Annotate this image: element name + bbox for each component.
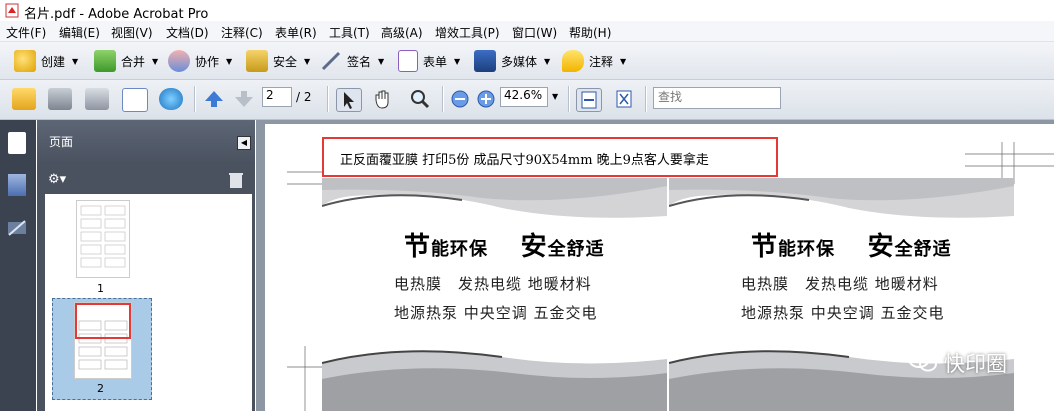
open-folder-icon[interactable]: [12, 88, 36, 110]
card-wave-decoration: [669, 178, 1014, 218]
page-thumbnail-2[interactable]: [74, 302, 132, 379]
card-line-1: 电热膜 发热电缆 地暖材料: [741, 275, 939, 293]
annotation-note-text: 正反面覆亚膜 打印5份 成品尺寸90X54mm 晚上9点客人要拿走: [340, 153, 709, 168]
card-line-1: 电热膜 发热电缆 地暖材料: [394, 275, 592, 293]
zoom-level-input[interactable]: 42.6%: [500, 87, 548, 107]
find-input[interactable]: 查找: [653, 87, 781, 109]
previous-page-icon[interactable]: [202, 88, 226, 110]
card-wave-decoration: [322, 178, 667, 218]
pages-icon[interactable]: [8, 132, 26, 154]
globe-icon[interactable]: [159, 88, 183, 110]
comment-icon: [562, 50, 584, 72]
create-icon: [14, 50, 36, 72]
menu-help[interactable]: 帮助(H): [569, 24, 611, 41]
trash-icon[interactable]: [228, 171, 244, 189]
create-button[interactable]: 创建 ▼: [14, 50, 78, 72]
combine-icon: [94, 50, 116, 72]
menu-file[interactable]: 文件(F): [6, 24, 46, 41]
fit-width-icon[interactable]: [576, 88, 602, 112]
save-icon[interactable]: [85, 88, 109, 110]
watermark-text: 快印圈: [944, 352, 1007, 376]
lock-icon: [246, 50, 268, 72]
multimedia-button[interactable]: 多媒体 ▼: [474, 50, 550, 72]
card-slogan: 节能环保 安全舒适: [404, 232, 605, 262]
zoom-dropdown-chevron-icon[interactable]: ▼: [552, 92, 558, 101]
menu-forms[interactable]: 表单(R): [275, 24, 317, 41]
forms-button[interactable]: 表单 ▼: [398, 50, 460, 72]
combine-button[interactable]: 合并 ▼: [94, 50, 158, 72]
print-icon[interactable]: [48, 88, 72, 110]
pdf-icon: [5, 3, 19, 18]
menu-edit[interactable]: 编辑(E): [59, 24, 100, 41]
collaborate-icon: [168, 50, 190, 72]
menu-document[interactable]: 文档(D): [166, 24, 209, 41]
forms-icon: [398, 50, 418, 72]
page-total: / 2: [296, 90, 312, 104]
bookmarks-icon[interactable]: [8, 174, 26, 196]
card-slogan: 节能环保 安全舒适: [751, 232, 952, 262]
sign-button[interactable]: 签名 ▼: [320, 50, 384, 72]
thumbnail-label: 2: [97, 382, 104, 395]
pages-panel-title: 页面: [49, 135, 74, 149]
pages-panel-header: 页面 ◀: [37, 120, 255, 164]
menu-plugins[interactable]: 增效工具(P): [435, 24, 500, 41]
fit-page-icon[interactable]: [612, 88, 636, 110]
menu-advanced[interactable]: 高级(A): [381, 24, 423, 41]
title-bar: 名片.pdf - Adobe Acrobat Pro: [0, 0, 1054, 22]
window-title: 名片.pdf - Adobe Acrobat Pro: [24, 7, 209, 22]
thumbnail-preview: [80, 205, 126, 268]
task-toolbar: 创建 ▼ 合并 ▼ 协作 ▼ 安全 ▼ 签名 ▼ 表单 ▼ 多媒体 ▼ 注释 ▼: [0, 42, 1054, 80]
comment-button[interactable]: 注释 ▼: [562, 50, 626, 72]
multimedia-icon: [474, 50, 496, 72]
collapse-panel-icon[interactable]: ◀: [237, 136, 251, 150]
pen-icon: [320, 50, 342, 72]
zoom-in-icon[interactable]: [474, 88, 498, 110]
menu-comments[interactable]: 注释(C): [221, 24, 263, 41]
email-icon[interactable]: [122, 88, 148, 112]
marquee-zoom-icon[interactable]: [408, 88, 432, 110]
watermark: 快印圈: [908, 348, 1007, 378]
page-number-input[interactable]: 2: [262, 87, 292, 107]
thumbnail-label: 1: [97, 282, 104, 295]
signatures-icon[interactable]: [7, 219, 27, 237]
secure-button[interactable]: 安全 ▼: [246, 50, 310, 72]
thumbnail-preview: [75, 303, 131, 370]
options-gear-icon[interactable]: ⚙▾: [48, 172, 72, 188]
business-card: 节能环保 安全舒适 电热膜 发热电缆 地暖材料 地源热泵 中央空调 五金交电: [322, 178, 667, 411]
card-line-2: 地源热泵 中央空调 五金交电: [741, 304, 945, 322]
hand-tool-icon[interactable]: [370, 88, 394, 110]
menu-bar: 文件(F) 编辑(E) 视图(V) 文档(D) 注释(C) 表单(R) 工具(T…: [0, 21, 1054, 42]
menu-window[interactable]: 窗口(W): [512, 24, 557, 41]
select-tool-icon[interactable]: [336, 88, 362, 112]
card-line-2: 地源热泵 中央空调 五金交电: [394, 304, 598, 322]
menu-tools[interactable]: 工具(T): [329, 24, 370, 41]
zoom-out-icon[interactable]: [448, 88, 472, 110]
collaborate-button[interactable]: 协作 ▼: [168, 50, 232, 72]
page-thumbnail-1[interactable]: [76, 200, 130, 278]
next-page-icon[interactable]: [232, 88, 256, 110]
wechat-icon: [908, 349, 938, 378]
menu-view[interactable]: 视图(V): [111, 24, 153, 41]
navigation-rail: [0, 120, 36, 411]
card-wave-decoration: [322, 350, 667, 411]
